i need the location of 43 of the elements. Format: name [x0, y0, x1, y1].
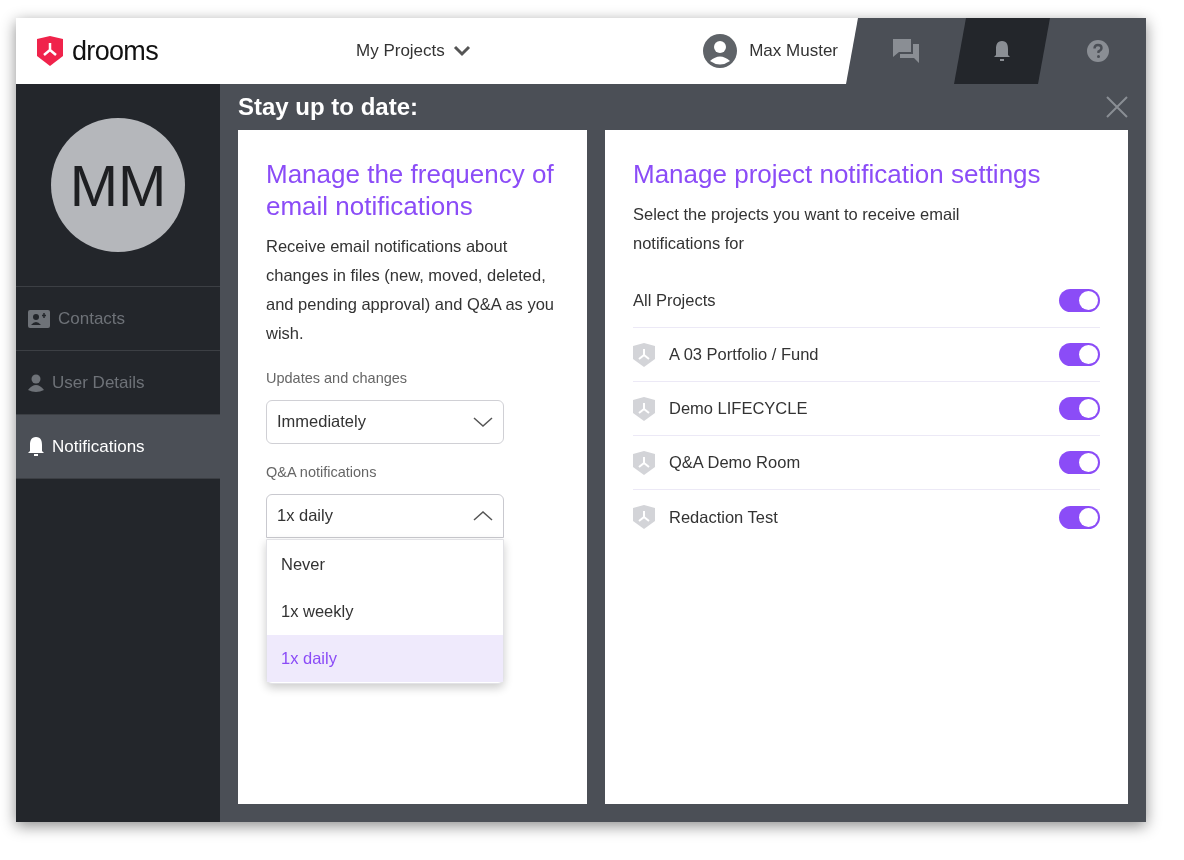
sidebar-item[interactable]: Notifications: [16, 415, 220, 479]
card-heading: Manage the frequency of email notifications: [266, 158, 555, 222]
project-shield-icon: [633, 396, 655, 421]
project-name: Demo LIFECYCLE: [669, 398, 809, 420]
toggle-switch[interactable]: [1059, 505, 1100, 529]
chevron-down-icon: [452, 45, 471, 57]
toggle-switch[interactable]: [1059, 451, 1100, 474]
close-icon[interactable]: [1106, 96, 1128, 118]
logo-text: drooms: [72, 34, 158, 68]
help-icon: [1086, 39, 1110, 63]
person-icon: [28, 373, 44, 392]
project-shield-icon: [633, 505, 655, 529]
toggle-switch[interactable]: [1059, 397, 1100, 420]
card-heading: Manage project notification settings: [633, 158, 1042, 190]
toggle-switch[interactable]: [1059, 289, 1100, 312]
dropdown-field[interactable]: Immediately: [266, 399, 504, 444]
projects-menu[interactable]: My Projects: [356, 38, 471, 64]
dropdown-option[interactable]: Never: [267, 540, 503, 588]
project-name: All Projects: [633, 290, 717, 312]
profile-avatar: MM: [51, 118, 185, 252]
bell-icon: [28, 436, 44, 457]
contact-card-icon: [28, 309, 50, 328]
page-title: Stay up to date:: [238, 92, 418, 122]
project-name: A 03 Portfolio / Fund: [669, 344, 820, 366]
user-name: Max Muster: [749, 40, 838, 63]
project-shield-icon: [633, 342, 655, 367]
chevron-down-icon: [473, 416, 493, 427]
field-label: Q&A notifications: [266, 462, 378, 482]
chevron-up-icon: [473, 510, 493, 521]
dropdown-option[interactable]: 1x daily: [267, 634, 503, 682]
bell-icon: [992, 40, 1012, 62]
project-shield-icon: [633, 450, 655, 475]
user-avatar-icon[interactable]: [703, 34, 738, 68]
logo-icon: [36, 36, 64, 66]
card-description: Select the projects you want to receive email notifications for: [633, 204, 961, 254]
project-name: Redaction Test: [669, 506, 779, 528]
field-label: Updates and changes: [266, 369, 409, 388]
dropdown-field[interactable]: 1x daily: [266, 493, 504, 538]
card-description: Receive email notifications about changes in files (new, moved, deleted, and pending approval) and Q&A as you wish.: [266, 236, 556, 344]
project-name: Q&A Demo Room: [669, 452, 802, 474]
dropdown-option[interactable]: 1x weekly: [267, 587, 503, 635]
chat-icon: [892, 38, 920, 64]
toggle-switch[interactable]: [1059, 343, 1100, 366]
